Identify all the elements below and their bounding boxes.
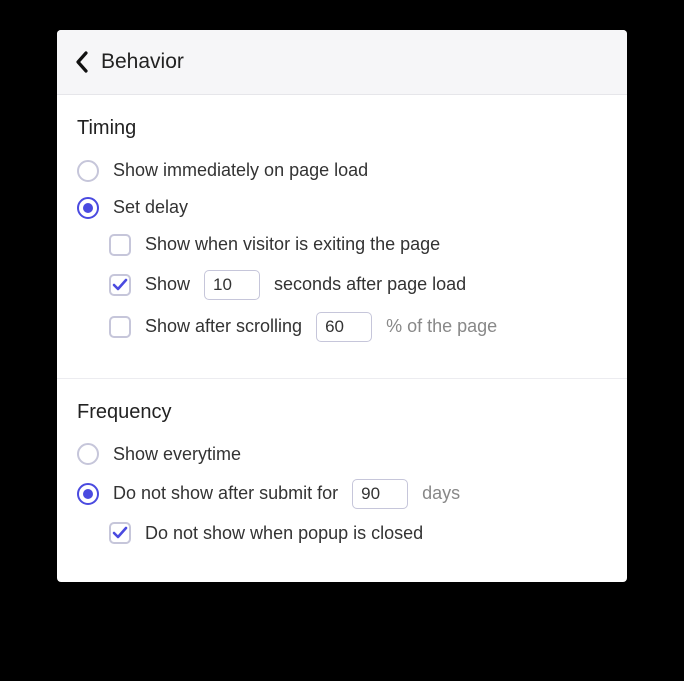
checkbox-label-pre: Show after scrolling [145,314,302,339]
radio-icon[interactable] [77,483,99,505]
check-scroll-percent[interactable]: Show after scrolling % of the page [109,312,607,342]
frequency-radio-everytime[interactable]: Show everytime [77,442,607,467]
checkbox-label-post: seconds after page load [274,272,466,297]
behavior-panel: Behavior Timing Show immediately on page… [57,30,627,582]
radio-label-post: days [422,481,460,506]
submit-days-input[interactable] [352,479,408,509]
checkbox-label-pre: Show [145,272,190,297]
checkbox-label: Do not show when popup is closed [145,521,423,546]
back-icon[interactable] [75,51,89,73]
radio-label: Set delay [113,195,188,220]
timing-radio-immediate[interactable]: Show immediately on page load [77,158,607,183]
panel-header: Behavior [57,30,627,95]
delay-options: Show when visitor is exiting the page Sh… [109,232,607,341]
radio-label-pre: Do not show after submit for [113,481,338,506]
timing-title: Timing [77,117,607,140]
frequency-sub-options: Do not show when popup is closed [109,521,607,546]
scroll-percent-input[interactable] [316,312,372,342]
checkbox-icon[interactable] [109,234,131,256]
frequency-radio-after-submit[interactable]: Do not show after submit for days [77,479,607,509]
checkbox-label: Show when visitor is exiting the page [145,232,440,257]
radio-icon[interactable] [77,197,99,219]
radio-label: Show immediately on page load [113,158,368,183]
radio-icon[interactable] [77,443,99,465]
checkbox-label-post: % of the page [386,314,497,339]
checkbox-icon[interactable] [109,522,131,544]
radio-label: Show everytime [113,442,241,467]
check-popup-closed[interactable]: Do not show when popup is closed [109,521,607,546]
radio-icon[interactable] [77,160,99,182]
page-title: Behavior [101,50,184,74]
seconds-input[interactable] [204,270,260,300]
frequency-section: Frequency Show everytime Do not show aft… [57,378,627,582]
timing-section: Timing Show immediately on page load Set… [57,95,627,378]
checkbox-icon[interactable] [109,316,131,338]
frequency-title: Frequency [77,401,607,424]
checkbox-icon[interactable] [109,274,131,296]
check-exit-intent[interactable]: Show when visitor is exiting the page [109,232,607,257]
check-seconds-after-load[interactable]: Show seconds after page load [109,270,607,300]
timing-radio-delay[interactable]: Set delay [77,195,607,220]
